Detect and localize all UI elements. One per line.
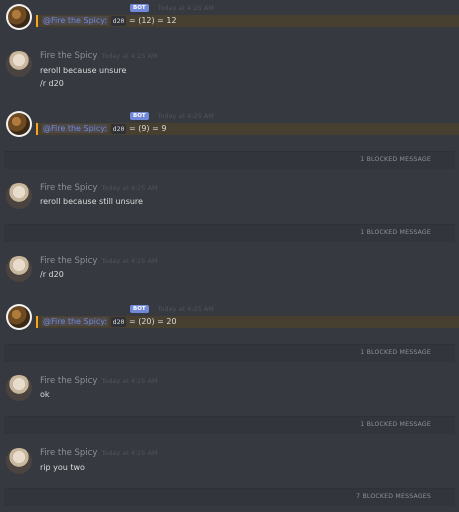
message-text: reroll because unsure (40, 66, 127, 75)
bot-badge: BOT (130, 304, 149, 313)
message-text: /r d20 (40, 79, 64, 88)
timestamp: Today at 4:25 AM (101, 257, 158, 265)
mention-highlight-row: @Fire the Spicy: d20 = (20) = 20 (36, 316, 459, 328)
timestamp: Today at 4:25 AM (101, 377, 158, 385)
username[interactable]: Fire the Spicy (40, 448, 97, 458)
message-header: Fire the Spicy Today at 4:25 AM (40, 448, 158, 458)
blocked-messages-label[interactable]: 1 BLOCKED MESSAGE (360, 229, 431, 236)
message-header: Fire the Spicy Today at 4:25 AM (40, 51, 158, 61)
message-content: @Fire the Spicy: d20 = (9) = 9 (42, 124, 167, 134)
avatar[interactable] (6, 256, 32, 282)
user-mention[interactable]: @Fire the Spicy: (42, 317, 109, 326)
timestamp: Today at 4:25 AM (157, 4, 214, 12)
message-text: ok (40, 390, 50, 399)
message-header: BOT Today at 4:25 AM (40, 111, 214, 121)
mention-highlight-row: @Fire the Spicy: d20 = (12) = 12 (36, 15, 459, 27)
message-text: reroll because still unsure (40, 197, 143, 206)
timestamp: Today at 4:25 AM (157, 305, 214, 313)
avatar[interactable] (6, 375, 32, 401)
user-mention[interactable]: @Fire the Spicy: (42, 16, 109, 25)
avatar[interactable] (6, 51, 32, 77)
message-content: @Fire the Spicy: d20 = (12) = 12 (42, 16, 177, 26)
avatar[interactable] (6, 183, 32, 209)
message-header: Fire the Spicy Today at 4:25 AM (40, 183, 158, 193)
username[interactable]: Fire the Spicy (40, 256, 97, 266)
roll-result: = (12) = 12 (128, 16, 177, 25)
roll-result: = (9) = 9 (128, 124, 167, 133)
avatar[interactable] (6, 111, 32, 137)
inline-code: d20 (110, 317, 127, 327)
blocked-messages-bar[interactable]: 1 BLOCKED MESSAGE (4, 151, 455, 169)
timestamp: Today at 4:25 AM (101, 184, 158, 192)
blocked-messages-label[interactable]: 1 BLOCKED MESSAGE (360, 421, 431, 428)
inline-code: d20 (110, 16, 127, 26)
blocked-messages-bar[interactable]: 1 BLOCKED MESSAGE (4, 344, 455, 362)
inline-code: d20 (110, 124, 127, 134)
avatar[interactable] (6, 4, 32, 30)
bot-badge: BOT (130, 111, 149, 120)
message-text: rip you two (40, 463, 85, 472)
blocked-messages-label[interactable]: 7 BLOCKED MESSAGES (356, 493, 431, 500)
username[interactable]: Fire the Spicy (40, 51, 97, 61)
blocked-messages-label[interactable]: 1 BLOCKED MESSAGE (360, 156, 431, 163)
bot-badge: BOT (130, 3, 149, 12)
roll-result: = (20) = 20 (128, 317, 177, 326)
mention-highlight-row: @Fire the Spicy: d20 = (9) = 9 (36, 123, 459, 135)
message-header: Fire the Spicy Today at 4:25 AM (40, 256, 158, 266)
blocked-messages-bar[interactable]: 1 BLOCKED MESSAGE (4, 416, 455, 434)
username[interactable]: Fire the Spicy (40, 376, 97, 386)
message-content: @Fire the Spicy: d20 = (20) = 20 (42, 317, 177, 327)
message-header: BOT Today at 4:25 AM (40, 3, 214, 13)
avatar[interactable] (6, 304, 32, 330)
blocked-messages-label[interactable]: 1 BLOCKED MESSAGE (360, 349, 431, 356)
timestamp: Today at 4:25 AM (101, 449, 158, 457)
message-header: Fire the Spicy Today at 4:25 AM (40, 376, 158, 386)
blocked-messages-bar[interactable]: 7 BLOCKED MESSAGES (4, 488, 455, 506)
user-mention[interactable]: @Fire the Spicy: (42, 124, 109, 133)
message-text: /r d20 (40, 270, 64, 279)
username[interactable]: Fire the Spicy (40, 183, 97, 193)
avatar[interactable] (6, 448, 32, 474)
timestamp: Today at 4:25 AM (101, 52, 158, 60)
message-header: BOT Today at 4:25 AM (40, 304, 214, 314)
blocked-messages-bar[interactable]: 1 BLOCKED MESSAGE (4, 224, 455, 242)
timestamp: Today at 4:25 AM (157, 112, 214, 120)
